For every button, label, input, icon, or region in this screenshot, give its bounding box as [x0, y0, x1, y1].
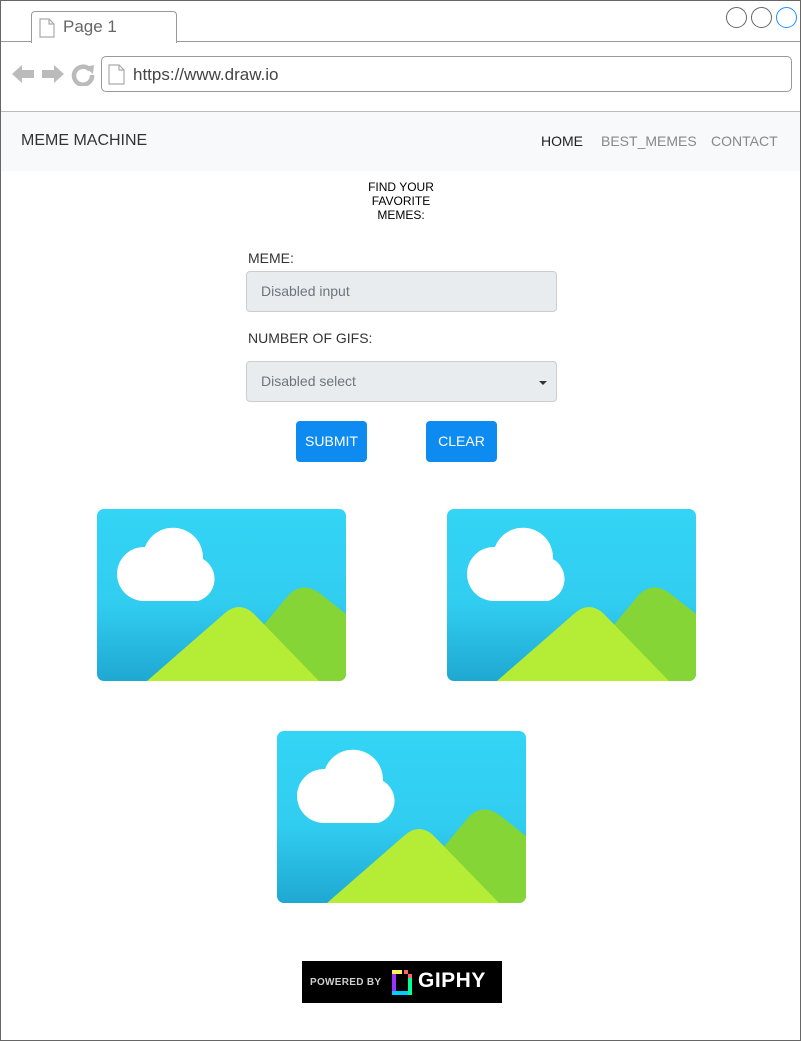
nav-link-best-memes[interactable]: BEST_MEMES	[601, 133, 697, 149]
tab-strip: Page 1	[1, 1, 800, 43]
nav-link-home[interactable]: HOME	[541, 133, 583, 149]
url-input[interactable]: https://www.draw.io	[101, 56, 792, 92]
meme-image-2[interactable]	[447, 509, 696, 681]
url-text: https://www.draw.io	[133, 65, 279, 84]
minimize-button[interactable]	[726, 7, 747, 28]
browser-window: Page 1 https://www.draw.io MEME MACHINE …	[0, 0, 801, 1041]
submit-button[interactable]: SUBMIT	[296, 421, 367, 462]
select-value: Disabled select	[261, 373, 356, 389]
powered-by-giphy-badge[interactable]: POWERED BY GIPHY	[302, 961, 502, 1003]
brand-logo[interactable]: MEME MACHINE	[21, 132, 147, 150]
refresh-icon[interactable]	[71, 62, 95, 86]
navbar: MEME MACHINE HOME BEST_MEMES CONTACT	[1, 112, 800, 171]
back-arrow-icon[interactable]	[11, 62, 35, 86]
page-heading: FIND YOUR FAVORITE MEMES:	[368, 180, 434, 222]
forward-arrow-icon[interactable]	[41, 62, 65, 86]
image-placeholder-icon	[277, 731, 526, 903]
powered-by-label: POWERED BY	[310, 977, 382, 988]
document-icon	[108, 64, 125, 85]
giphy-logo-icon	[392, 970, 412, 995]
number-of-gifs-label: NUMBER OF GIFS:	[248, 330, 373, 346]
tab-label: Page 1	[63, 17, 117, 36]
image-placeholder-icon	[447, 509, 696, 681]
meme-label: MEME:	[248, 250, 294, 266]
browser-tab[interactable]: Page 1	[31, 11, 177, 43]
clear-button[interactable]: CLEAR	[426, 421, 497, 462]
address-bar-row: https://www.draw.io	[1, 42, 800, 112]
meme-input[interactable]: Disabled input	[246, 271, 557, 312]
document-icon	[39, 18, 55, 38]
giphy-wordmark: GIPHY	[418, 969, 486, 992]
number-of-gifs-select[interactable]: Disabled select	[246, 361, 557, 402]
maximize-button[interactable]	[751, 7, 772, 28]
meme-image-3[interactable]	[277, 731, 526, 903]
nav-link-contact[interactable]: CONTACT	[711, 133, 778, 149]
image-placeholder-icon	[97, 509, 346, 681]
chevron-down-icon	[539, 381, 547, 385]
close-button[interactable]	[776, 7, 797, 28]
meme-image-1[interactable]	[97, 509, 346, 681]
